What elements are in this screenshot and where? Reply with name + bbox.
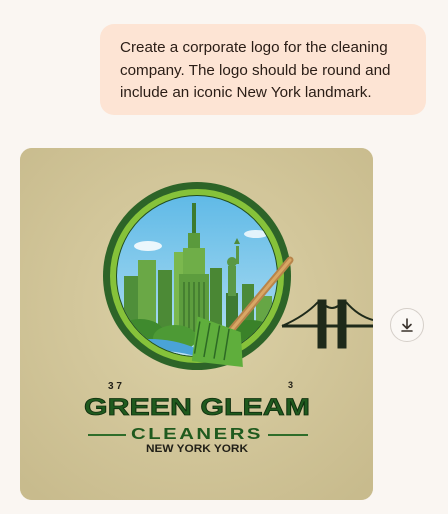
user-message-text: Create a corporate logo for the cleaning… [120, 39, 391, 101]
artifact-text-right: 3 [288, 380, 293, 390]
download-button[interactable] [390, 308, 424, 342]
download-icon [401, 318, 413, 332]
user-message-bubble: Create a corporate logo for the cleaning… [100, 24, 426, 115]
artifact-text-left: 3 7 [108, 381, 122, 392]
logo-line1: GREEN GLEAM [84, 394, 310, 421]
generated-image[interactable]: 3 7 3 GREEN GLEAM CLEANERS NEW YORK YORK [20, 148, 373, 500]
logo-line2: CLEANERS [131, 426, 263, 443]
logo-line3: NEW YORK YORK [146, 443, 248, 455]
